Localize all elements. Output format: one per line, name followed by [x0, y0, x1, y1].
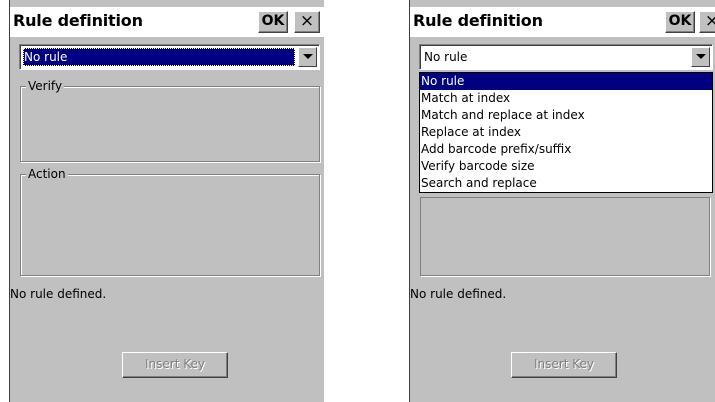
- close-button[interactable]: ×: [699, 11, 715, 33]
- chevron-down-icon[interactable]: [691, 47, 710, 67]
- window-title: Rule definition: [413, 11, 543, 30]
- window-title: Rule definition: [13, 11, 143, 30]
- action-group: [420, 197, 710, 276]
- dropdown-option-search-and-replace[interactable]: Search and replace: [420, 175, 712, 192]
- rule-type-dropdown-list: No rule Match at index Match and replace…: [419, 72, 713, 193]
- action-group-label: Action: [26, 167, 68, 181]
- rule-type-value: No rule: [424, 50, 468, 64]
- rule-type-combo[interactable]: No rule: [19, 44, 320, 70]
- status-text: No rule defined.: [10, 287, 107, 301]
- rule-type-value: No rule: [23, 48, 295, 66]
- ok-button[interactable]: OK: [665, 11, 695, 33]
- insert-key-label: Insert Key: [145, 357, 205, 371]
- status-text: No rule defined.: [410, 287, 507, 301]
- ok-button[interactable]: OK: [258, 11, 288, 33]
- insert-key-label: Insert Key: [534, 357, 594, 371]
- dropdown-option-verify-barcode-size[interactable]: Verify barcode size: [420, 158, 712, 175]
- dropdown-option-match-at-index[interactable]: Match at index: [420, 90, 712, 107]
- rule-type-combo[interactable]: No rule: [419, 44, 713, 70]
- rule-definition-window-dropdown-open: Rule definition OK × No rule No rule Mat…: [409, 0, 715, 402]
- title-bar: Rule definition OK ×: [10, 7, 324, 37]
- title-bar: Rule definition OK ×: [410, 7, 715, 37]
- dropdown-option-match-and-replace-at-index[interactable]: Match and replace at index: [420, 107, 712, 124]
- verify-group: Verify: [20, 79, 320, 162]
- dropdown-option-replace-at-index[interactable]: Replace at index: [420, 124, 712, 141]
- insert-key-button: Insert Key: [511, 352, 617, 378]
- insert-key-button: Insert Key: [122, 352, 228, 378]
- verify-group-label: Verify: [26, 79, 65, 93]
- dropdown-option-no-rule[interactable]: No rule: [420, 73, 712, 90]
- rule-definition-window: Rule definition OK × No rule Verify Acti…: [9, 0, 324, 402]
- dropdown-option-add-barcode-prefix-suffix[interactable]: Add barcode prefix/suffix: [420, 141, 712, 158]
- close-button[interactable]: ×: [294, 11, 320, 33]
- action-group: Action: [20, 167, 320, 276]
- chevron-down-icon[interactable]: [298, 47, 317, 67]
